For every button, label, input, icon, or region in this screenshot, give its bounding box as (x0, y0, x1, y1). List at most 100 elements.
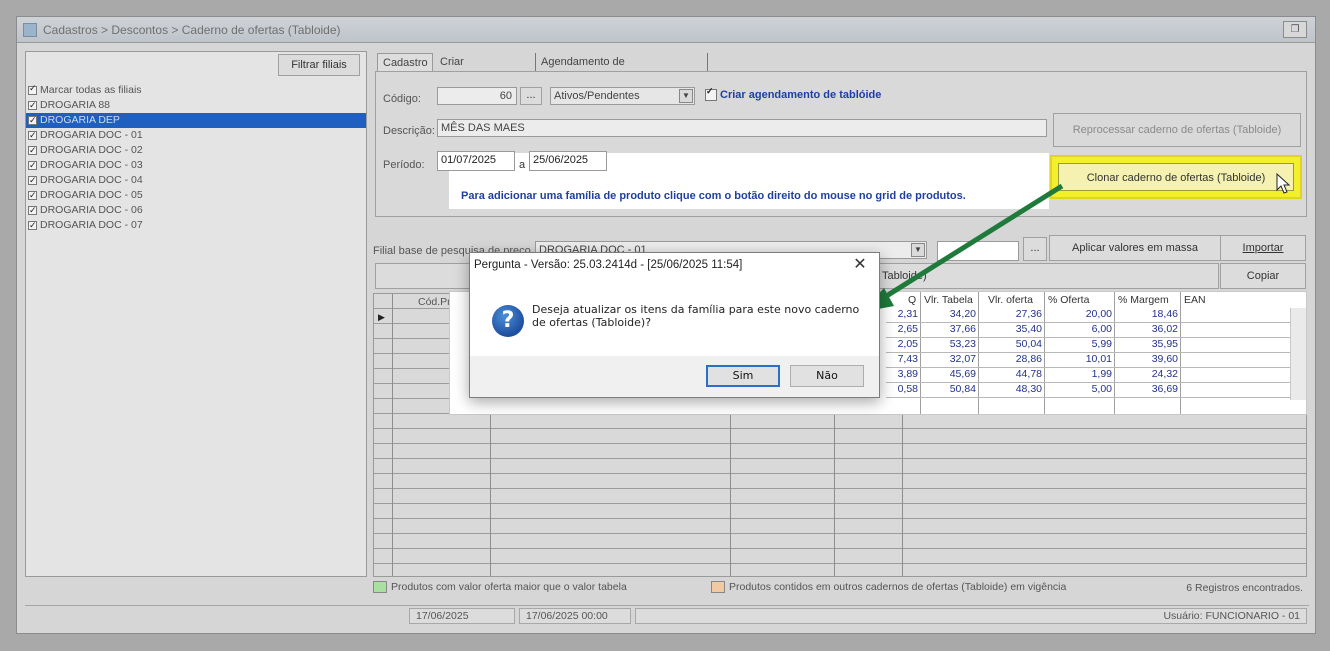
green-swatch (373, 581, 387, 594)
branch-item[interactable]: DROGARIA DOC - 04 (26, 173, 366, 188)
apply-mass-values-button[interactable]: Aplicar valores em massa (1049, 235, 1221, 261)
question-icon: ? (492, 305, 524, 337)
orange-swatch (711, 581, 725, 594)
branch-item[interactable]: DROGARIA DOC - 07 (26, 218, 366, 233)
cell-oferta: 27,36 (1015, 308, 1042, 320)
branch-item[interactable]: DROGARIA DOC - 02 (26, 143, 366, 158)
dialog-body: ? Deseja atualizar os itens da família p… (470, 278, 879, 356)
grid-header-ean: EAN (1184, 294, 1206, 306)
reprocess-button[interactable]: Reprocessar caderno de ofertas (Tabloide… (1053, 113, 1301, 147)
dialog-message: Deseja atualizar os itens da família par… (532, 303, 860, 329)
grid-header-vlr-tabela: Vlr. Tabela (924, 294, 973, 306)
filial-lookup-button[interactable]: ... (1023, 237, 1047, 261)
cell-pct-oferta: 5,99 (1091, 338, 1112, 350)
criar-agendamento-checkbox[interactable]: Criar agendamento de tablóide (705, 86, 882, 102)
grid-col-sep (1114, 292, 1115, 414)
cell-margem: 24,32 (1151, 368, 1178, 380)
status-select-value: Ativos/Pendentes (554, 90, 640, 102)
cell-margem: 18,46 (1151, 308, 1178, 320)
cell-q: 2,65 (897, 323, 918, 335)
tab-agendamento-processamento[interactable]: Agendamento de processamento (536, 53, 708, 86)
cell-tabela: 37,66 (949, 323, 976, 335)
periodo-label: Período: (383, 159, 425, 171)
codigo-input[interactable]: 60 (437, 87, 517, 105)
restore-icon[interactable]: ❐ (1283, 21, 1307, 38)
filial-code-input[interactable] (937, 241, 1019, 261)
question-dialog: Pergunta - Versão: 25.03.2414d - [25/06/… (469, 252, 880, 398)
no-button[interactable]: Não (790, 365, 864, 387)
close-icon[interactable]: ✕ (849, 254, 871, 276)
branch-label: DROGARIA DOC - 07 (40, 219, 143, 231)
cell-q: 2,05 (897, 338, 918, 350)
grid-header-margem: % Margem (1118, 294, 1169, 306)
chevron-down-icon[interactable]: ▼ (911, 243, 925, 257)
cell-oferta: 28,86 (1015, 353, 1042, 365)
cell-tabela: 50,84 (949, 383, 976, 395)
copy-button[interactable]: Copiar (1220, 263, 1306, 289)
grid-col-sep (978, 292, 979, 414)
checkbox-icon (28, 143, 37, 158)
codigo-lookup-button[interactable]: ... (520, 87, 542, 105)
checkbox-icon (28, 188, 37, 203)
cell-q: 0,58 (897, 383, 918, 395)
row-line (886, 397, 1290, 398)
branch-item[interactable]: DROGARIA DOC - 03 (26, 158, 366, 173)
cell-margem: 35,95 (1151, 338, 1178, 350)
periodo-end-input[interactable]: 25/06/2025 (529, 151, 607, 171)
cell-q: 2,31 (897, 308, 918, 320)
grid-col-sep (1044, 292, 1045, 414)
cell-pct-oferta: 10,01 (1085, 353, 1112, 365)
checkbox-icon (28, 158, 37, 173)
cell-tabela: 45,69 (949, 368, 976, 380)
cell-oferta: 44,78 (1015, 368, 1042, 380)
periodo-start-input[interactable]: 01/07/2025 (437, 151, 515, 171)
cell-pct-oferta: 5,00 (1091, 383, 1112, 395)
branch-item[interactable]: DROGARIA DOC - 06 (26, 203, 366, 218)
status-user: Usuário: FUNCIONARIO - 01 (635, 608, 1307, 624)
cell-pct-oferta: 20,00 (1085, 308, 1112, 320)
branch-label: DROGARIA 88 (40, 99, 111, 111)
yes-button[interactable]: Sim (706, 365, 780, 387)
info-text: Para adicionar uma família de produto cl… (461, 190, 966, 202)
title-bar: Cadastros > Descontos > Caderno de ofert… (17, 17, 1315, 43)
cell-tabela: 32,07 (949, 353, 976, 365)
checkbox-icon (28, 113, 37, 128)
branch-item[interactable]: DROGARIA 88 (26, 98, 366, 113)
branch-item[interactable]: DROGARIA DEP (26, 113, 366, 128)
select-all-label: Marcar todas as filiais (40, 84, 142, 96)
branch-item[interactable]: DROGARIA DOC - 01 (26, 128, 366, 143)
legend-green: Produtos com valor oferta maior que o va… (373, 581, 627, 594)
descricao-input[interactable]: MÊS DAS MAES (437, 119, 1047, 137)
filter-branches-button[interactable]: Filtrar filiais (278, 54, 360, 76)
legend-orange-text: Produtos contidos em outros cadernos de … (729, 581, 1067, 593)
checkbox-icon (28, 98, 37, 113)
branch-label: DROGARIA DEP (40, 114, 120, 126)
clone-button-highlight: Clonar caderno de ofertas (Tabloide) (1050, 155, 1302, 199)
branch-item[interactable]: DROGARIA DOC - 05 (26, 188, 366, 203)
dialog-title-bar: Pergunta - Versão: 25.03.2414d - [25/06/… (470, 253, 879, 278)
cell-oferta: 35,40 (1015, 323, 1042, 335)
cell-q: 7,43 (897, 353, 918, 365)
status-select[interactable]: Ativos/Pendentes ▼ (550, 87, 695, 105)
cell-oferta: 48,30 (1015, 383, 1042, 395)
checkbox-icon (28, 128, 37, 143)
record-count: 6 Registros encontrados. (1186, 582, 1303, 594)
branch-list: DROGARIA 88 DROGARIA DEP DROGARIA DOC - 01… (26, 98, 366, 233)
select-all-checkbox[interactable]: Marcar todas as filiais (28, 83, 142, 96)
grid-header-partial: Q (908, 294, 917, 306)
tab-criar-agendamento[interactable]: Criar agendamento (435, 53, 536, 86)
cell-margem: 36,69 (1151, 383, 1178, 395)
grid-scrollbar[interactable] (1290, 308, 1306, 400)
legend-orange: Produtos contidos em outros cadernos de … (711, 581, 1067, 594)
tab-cadastro[interactable]: Cadastro (377, 53, 433, 73)
branch-label: DROGARIA DOC - 06 (40, 204, 143, 216)
descricao-label: Descrição: (383, 125, 435, 137)
checkbox-icon (28, 203, 37, 218)
status-date: 17/06/2025 (409, 608, 515, 624)
criar-agendamento-label: Criar agendamento de tablóide (720, 89, 882, 101)
chevron-down-icon[interactable]: ▼ (679, 89, 693, 103)
import-button[interactable]: Importar (1220, 235, 1306, 261)
branch-label: DROGARIA DOC - 01 (40, 129, 143, 141)
codigo-label: Código: (383, 93, 421, 105)
clone-button[interactable]: Clonar caderno de ofertas (Tabloide) (1058, 163, 1294, 191)
